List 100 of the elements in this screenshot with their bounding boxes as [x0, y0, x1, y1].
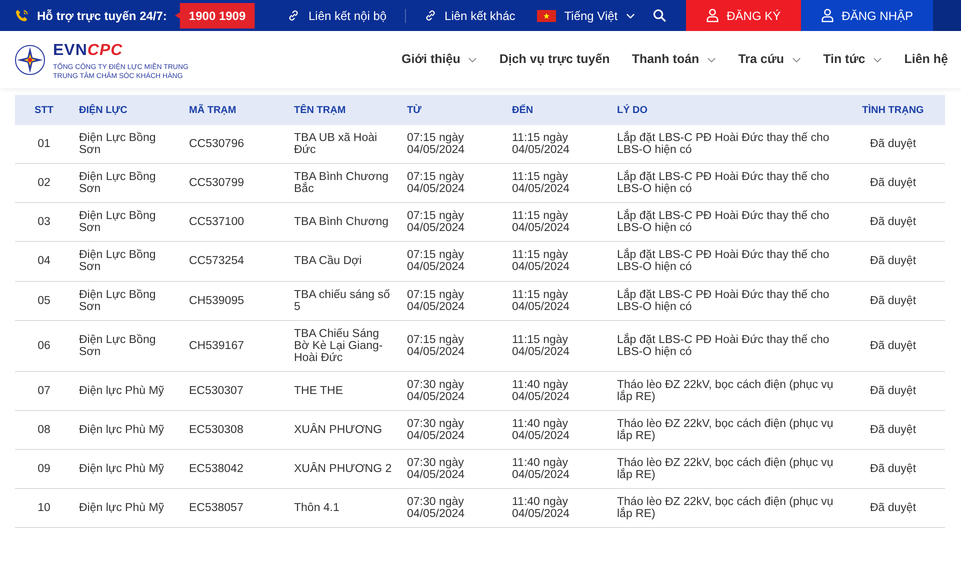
nav-item[interactable]: Dịch vụ trực tuyến [499, 50, 610, 69]
table-cell: 07:15 ngày 04/05/2024 [401, 202, 506, 242]
search-icon [652, 9, 666, 22]
table-cell: TBA chiếu sáng số 5 [288, 281, 401, 320]
table-cell: Tháo lèo ĐZ 22kV, bọc cách điện (phục vụ lắp RE) [611, 371, 841, 410]
table-cell: 11:15 ngày 04/05/2024 [506, 320, 611, 372]
link-icon [424, 9, 437, 22]
link[interactable]: Liên kết khác [424, 6, 516, 24]
table-cell: Đã duyệt [841, 281, 945, 320]
column-header: ĐẾN [506, 95, 611, 125]
flag-icon [537, 10, 556, 22]
table-cell: 07:30 ngày 04/05/2024 [401, 371, 506, 410]
table-cell: TBA UB xã Hoài Đức [288, 125, 401, 164]
table-cell: Đã duyệt [841, 164, 945, 203]
table-cell: 11:15 ngày 04/05/2024 [506, 202, 611, 242]
column-header: TÌNH TRẠNG [841, 95, 945, 125]
table-cell: Đã duyệt [841, 371, 945, 410]
table-cell: Điện Lực Bồng Sơn [73, 202, 183, 242]
table-cell: 11:15 ngày 04/05/2024 [506, 242, 611, 281]
nav-item[interactable]: Tin tức [823, 50, 882, 69]
table-cell: CH539095 [183, 281, 288, 320]
table-cell: Đã duyệt [841, 410, 945, 450]
table-cell: CH539167 [183, 320, 288, 372]
table-cell: 09 [15, 450, 73, 489]
nav-item[interactable]: Giới thiệu [401, 50, 478, 69]
table-cell: Lắp đặt LBS-C PĐ Hoài Đức thay thế cho LBS-O hiện có [611, 125, 841, 164]
table-cell: 07:30 ngày 04/05/2024 [401, 450, 506, 489]
table-cell: 07 [15, 371, 73, 410]
table-cell: CC530799 [183, 164, 288, 203]
table-cell: 11:40 ngày 04/05/2024 [506, 371, 611, 410]
chevron-icon [873, 56, 882, 62]
table-cell: Điện lực Phù Mỹ [73, 410, 183, 450]
table-cell: Đã duyệt [841, 488, 945, 528]
table-cell: Lắp đặt LBS-C PĐ Hoài Đức thay thế cho LBS-O hiện có [611, 202, 841, 242]
user-icon [820, 8, 834, 23]
chevron-icon [792, 56, 802, 62]
table-cell: 11:15 ngày 04/05/2024 [506, 164, 611, 203]
table-cell: TBA Chiếu Sáng Bờ Kè Lại Giang-Hoài Đức [288, 320, 401, 372]
table-cell: 01 [15, 125, 73, 164]
table-cell: 08 [15, 410, 73, 450]
caret-icon [626, 12, 635, 18]
column-header: ĐIỆN LỰC [73, 95, 183, 125]
table-cell: 07:15 ngày 04/05/2024 [401, 242, 506, 281]
table-cell: 11:40 ngày 04/05/2024 [506, 488, 611, 528]
link-icon [287, 9, 300, 22]
table-cell: EC530307 [183, 371, 288, 410]
register-button[interactable]: ĐĂNG KÝ [686, 0, 801, 31]
chevron-icon [468, 56, 478, 62]
table-cell: Điện Lực Bồng Sơn [73, 242, 183, 281]
table-cell: Điện Lực Bồng Sơn [73, 125, 183, 164]
table-cell: 11:40 ngày 04/05/2024 [506, 410, 611, 450]
table-cell: 07:15 ngày 04/05/2024 [401, 125, 506, 164]
hotline-badge[interactable]: 1900 1909 [174, 2, 255, 28]
search-button[interactable] [652, 9, 666, 22]
table-cell: XUÂN PHƯƠNG 2 [288, 450, 401, 489]
table-cell: Lắp đặt LBS-C PĐ Hoài Đức thay thế cho LBS-O hiện có [611, 320, 841, 372]
table-cell: Đã duyệt [841, 202, 945, 242]
column-header: TÊN TRẠM [288, 95, 401, 125]
table-cell: XUÂN PHƯƠNG [288, 410, 401, 450]
user-icon [706, 8, 719, 23]
chevron-icon [707, 56, 716, 62]
table-cell: 06 [15, 320, 73, 372]
column-header: TỪ [401, 95, 506, 125]
table-cell: 07:15 ngày 04/05/2024 [401, 164, 506, 203]
table-cell: 11:40 ngày 04/05/2024 [506, 450, 611, 489]
table-cell: TBA Cầu Dợi [288, 242, 401, 281]
table-cell: 07:15 ngày 04/05/2024 [401, 281, 506, 320]
table-cell: Lắp đặt LBS-C PĐ Hoài Đức thay thế cho LBS-O hiện có [611, 164, 841, 203]
table-cell: Tháo lèo ĐZ 22kV, bọc cách điện (phục vụ lắp RE) [611, 488, 841, 528]
support-label: Hỗ trợ trực tuyến 24/7: [37, 8, 167, 24]
table-cell: Đã duyệt [841, 450, 945, 489]
table-cell: 11:15 ngày 04/05/2024 [506, 281, 611, 320]
table-cell: 07:15 ngày 04/05/2024 [401, 320, 506, 372]
table-cell: TBA Bình Chương Bắc [288, 164, 401, 203]
table-cell: Điện lực Phù Mỹ [73, 488, 183, 528]
column-header: STT [15, 95, 73, 125]
column-header: MÃ TRẠM [183, 95, 288, 125]
link[interactable]: Liên kết nội bộ [287, 6, 387, 24]
table-cell: Điện Lực Bồng Sơn [73, 320, 183, 372]
nav-item[interactable]: Thanh toán [632, 50, 716, 69]
table-cell: EC538042 [183, 450, 288, 489]
table-cell: 02 [15, 164, 73, 203]
table-cell: CC573254 [183, 242, 288, 281]
table-cell: 07:30 ngày 04/05/2024 [401, 488, 506, 528]
table-cell: Điện Lực Bồng Sơn [73, 164, 183, 203]
nav-item[interactable]: Liên hệ [904, 50, 948, 69]
column-header: LÝ DO [611, 95, 841, 125]
nav-item[interactable]: Tra cứu [738, 50, 802, 69]
language-selector[interactable]: Tiếng Việt [537, 6, 635, 24]
table-cell: 07:30 ngày 04/05/2024 [401, 410, 506, 450]
table-cell: CC530796 [183, 125, 288, 164]
table-cell: Đã duyệt [841, 125, 945, 164]
table-cell: Thôn 4.1 [288, 488, 401, 528]
table-cell: Tháo lèo ĐZ 22kV, bọc cách điện (phục vụ lắp RE) [611, 450, 841, 489]
table-cell: Tháo lèo ĐZ 22kV, bọc cách điện (phục vụ lắp RE) [611, 410, 841, 450]
table-cell: 03 [15, 202, 73, 242]
login-button[interactable]: ĐĂNG NHẬP [800, 0, 933, 31]
table-cell: EC530308 [183, 410, 288, 450]
table-cell: Lắp đặt LBS-C PĐ Hoài Đức thay thế cho LBS-O hiện có [611, 281, 841, 320]
table-cell: EC538057 [183, 488, 288, 528]
